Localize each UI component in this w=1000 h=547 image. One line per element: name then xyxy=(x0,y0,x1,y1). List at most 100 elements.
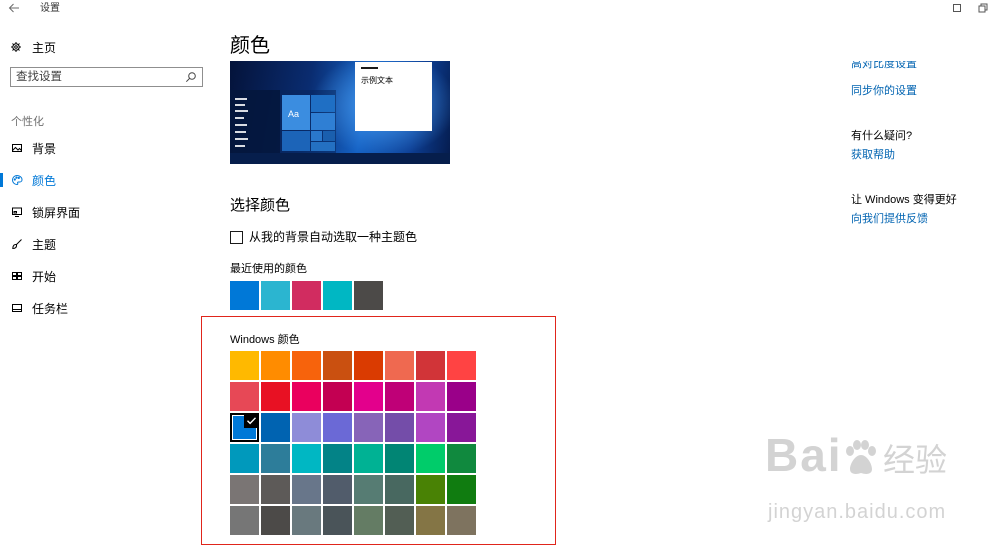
windows-color-swatch[interactable] xyxy=(292,382,321,411)
windows-color-swatch[interactable] xyxy=(447,444,476,473)
windows-color-swatch[interactable] xyxy=(416,382,445,411)
windows-color-swatch[interactable] xyxy=(354,382,383,411)
sidebar-item-background[interactable]: 背景 xyxy=(0,136,210,160)
back-arrow-icon xyxy=(8,2,22,14)
windows-color-swatch[interactable] xyxy=(385,351,414,380)
sidebar-item-label: 颜色 xyxy=(32,173,57,188)
windows-color-swatch[interactable] xyxy=(447,413,476,442)
windows-color-swatch[interactable] xyxy=(416,475,445,504)
windows-color-swatch[interactable] xyxy=(323,413,352,442)
color-preview: Aa 示例文本 xyxy=(230,61,450,164)
recent-color-swatch[interactable] xyxy=(261,281,290,310)
sidebar-item-label: 背景 xyxy=(32,141,57,156)
windows-color-swatch[interactable] xyxy=(261,475,290,504)
preview-tile xyxy=(311,131,322,141)
preview-tile xyxy=(311,142,335,151)
preview-window-titlebar xyxy=(361,67,378,69)
windows-color-swatch[interactable] xyxy=(230,351,259,380)
checkmark-icon xyxy=(244,413,259,428)
windows-color-swatch[interactable] xyxy=(354,444,383,473)
windows-color-swatch[interactable] xyxy=(261,413,290,442)
windows-colors-grid xyxy=(230,351,476,535)
windows-color-swatch[interactable] xyxy=(292,413,321,442)
preview-taskbar xyxy=(230,153,450,164)
windows-color-swatch[interactable] xyxy=(447,382,476,411)
windows-color-swatch[interactable] xyxy=(261,506,290,535)
recent-color-swatch[interactable] xyxy=(292,281,321,310)
windows-color-swatch-selected[interactable] xyxy=(230,413,259,442)
windows-color-swatch[interactable] xyxy=(261,444,290,473)
windows-color-swatch[interactable] xyxy=(323,382,352,411)
windows-color-swatch[interactable] xyxy=(416,444,445,473)
preview-menu-line xyxy=(235,124,247,126)
sidebar-item-start[interactable]: 开始 xyxy=(0,264,210,288)
windows-color-swatch[interactable] xyxy=(261,382,290,411)
windows-color-swatch[interactable] xyxy=(447,475,476,504)
sync-settings-link[interactable]: 同步你的设置 xyxy=(851,84,917,98)
windows-color-swatch[interactable] xyxy=(385,444,414,473)
sidebar-item-lock-screen[interactable]: 锁屏界面 xyxy=(0,200,210,224)
sidebar-item-themes[interactable]: 主题 xyxy=(0,232,210,256)
windows-color-swatch[interactable] xyxy=(323,506,352,535)
sidebar-item-taskbar[interactable]: 任务栏 xyxy=(0,296,210,320)
windows-color-swatch[interactable] xyxy=(354,351,383,380)
windows-color-swatch[interactable] xyxy=(323,351,352,380)
maximize-button[interactable] xyxy=(952,3,964,15)
windows-color-swatch[interactable] xyxy=(447,351,476,380)
search-box[interactable] xyxy=(10,67,203,87)
recent-colors-label: 最近使用的颜色 xyxy=(230,263,307,275)
watermark-url: jingyan.baidu.com xyxy=(768,501,947,523)
preview-tile-text: Aa xyxy=(288,109,300,119)
search-input[interactable] xyxy=(11,68,181,86)
choose-color-heading: 选择颜色 xyxy=(230,197,291,214)
restore-button[interactable] xyxy=(978,3,990,15)
feedback-link[interactable]: 向我们提供反馈 xyxy=(851,212,928,226)
windows-color-swatch[interactable] xyxy=(354,506,383,535)
windows-color-swatch[interactable] xyxy=(354,475,383,504)
preview-tile xyxy=(311,95,335,112)
sidebar-item-colors[interactable]: 颜色 xyxy=(0,168,210,192)
recent-color-swatch[interactable] xyxy=(230,281,259,310)
windows-color-swatch[interactable] xyxy=(292,506,321,535)
auto-pick-accent-option[interactable]: 从我的背景自动选取一种主题色 xyxy=(230,230,417,245)
search-icon[interactable] xyxy=(185,71,197,83)
windows-color-swatch[interactable] xyxy=(230,475,259,504)
get-help-link[interactable]: 获取帮助 xyxy=(851,148,895,162)
preview-menu-line xyxy=(235,117,244,119)
recent-colors-row xyxy=(230,281,383,310)
windows-color-swatch[interactable] xyxy=(261,351,290,380)
windows-color-swatch[interactable] xyxy=(323,475,352,504)
windows-color-swatch[interactable] xyxy=(385,382,414,411)
windows-color-swatch[interactable] xyxy=(447,506,476,535)
windows-color-swatch[interactable] xyxy=(385,506,414,535)
windows-color-swatch[interactable] xyxy=(230,382,259,411)
windows-color-swatch[interactable] xyxy=(416,413,445,442)
gear-icon xyxy=(10,41,22,53)
related-panel: 高对比度设置 同步你的设置 有什么疑问? 获取帮助 让 Windows 变得更好… xyxy=(851,61,996,231)
windows-color-swatch[interactable] xyxy=(416,506,445,535)
windows-color-swatch[interactable] xyxy=(354,413,383,442)
windows-color-swatch[interactable] xyxy=(292,475,321,504)
windows-color-swatch[interactable] xyxy=(230,444,259,473)
watermark-logo-suffix: 经验 xyxy=(883,442,948,478)
windows-color-swatch[interactable] xyxy=(416,351,445,380)
high-contrast-link[interactable]: 高对比度设置 xyxy=(851,61,917,71)
auto-pick-checkbox[interactable] xyxy=(230,231,243,244)
windows-color-swatch[interactable] xyxy=(323,444,352,473)
windows-color-swatch[interactable] xyxy=(292,444,321,473)
windows-color-swatch[interactable] xyxy=(385,413,414,442)
sidebar-item-label: 任务栏 xyxy=(32,301,69,316)
maximize-icon xyxy=(952,3,964,13)
home-button[interactable]: 主页 xyxy=(10,39,56,55)
section-title: 个性化 xyxy=(11,116,44,128)
back-button[interactable] xyxy=(8,2,22,16)
preview-sample-text: 示例文本 xyxy=(361,76,393,85)
recent-color-swatch[interactable] xyxy=(323,281,352,310)
watermark-logo-text: Bai xyxy=(765,429,843,481)
windows-color-swatch[interactable] xyxy=(230,506,259,535)
windows-color-swatch[interactable] xyxy=(292,351,321,380)
recent-color-swatch[interactable] xyxy=(354,281,383,310)
windows-color-swatch[interactable] xyxy=(385,475,414,504)
sidebar-item-label: 主题 xyxy=(32,237,57,252)
help-heading: 有什么疑问? xyxy=(851,130,913,142)
